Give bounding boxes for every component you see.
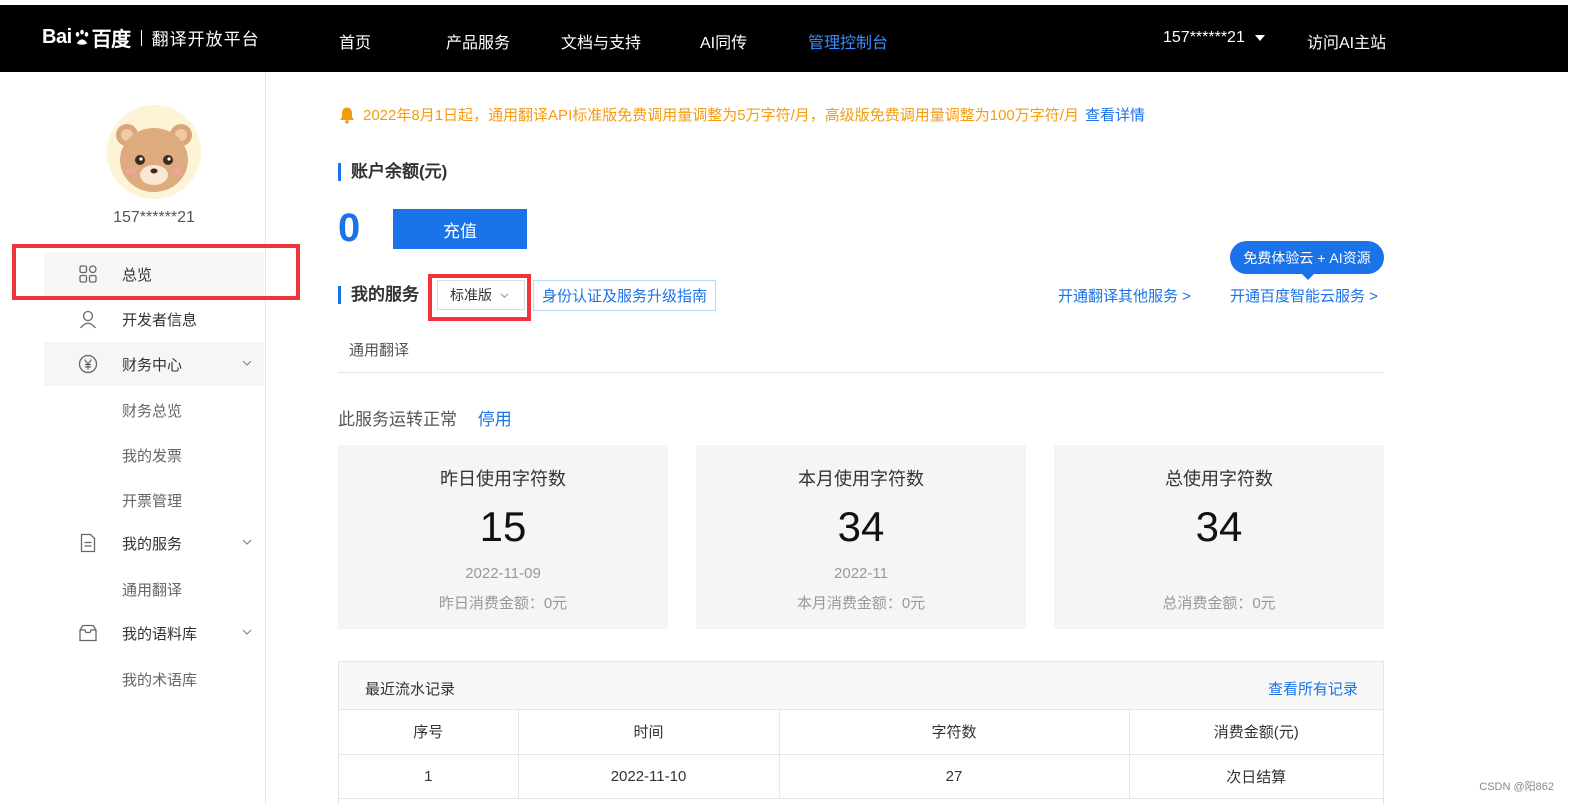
table-cell: 1: [339, 754, 519, 799]
chevron-down-icon: [242, 629, 252, 635]
column-header: 时间: [518, 710, 780, 755]
records-header: 最近流水记录 查看所有记录: [339, 662, 1383, 710]
sidebar-item-label: 我的语料库: [122, 625, 198, 643]
stat-card-month: 本月使用字符数 34 2022-11 本月消费金额：0元: [696, 445, 1026, 629]
platform-name: 翻译开放平台: [151, 30, 260, 49]
chevron-down-icon: [242, 360, 252, 366]
records-table: 序号 时间 字符数 消费金额(元) 1 2022-11-10 27 次日结算: [339, 710, 1383, 799]
stat-card-money: 昨日消费金额：0元: [438, 595, 568, 612]
stat-card-title: 本月使用字符数: [798, 469, 924, 489]
sidebar-item-my-corpus[interactable]: 我的语料库: [44, 611, 264, 655]
tab-general-translation[interactable]: 通用翻译: [349, 339, 409, 360]
bear-avatar-icon: [107, 105, 201, 199]
column-header: 字符数: [779, 710, 1130, 755]
chevron-down-icon: [500, 292, 509, 298]
user-icon: [79, 310, 97, 329]
balance-section-title: 账户余额(元): [338, 163, 447, 181]
version-select-value: 标准版: [450, 287, 492, 303]
records-title: 最近流水记录: [365, 681, 456, 698]
table-row: 1 2022-11-10 27 次日结算: [339, 754, 1383, 799]
nav-ai-interpret[interactable]: AI同传: [700, 29, 747, 53]
sidebar: 157******21 总览 开发者信息 财务中心 财务总览 我的发票 开票管理: [0, 72, 266, 805]
service-status-text: 此服务运转正常: [338, 410, 457, 429]
nav-home[interactable]: 首页: [339, 29, 371, 53]
view-all-records-link[interactable]: 查看所有记录: [1268, 678, 1358, 699]
baidu-wordmark: Bai 百度: [42, 26, 131, 51]
nav-docs[interactable]: 文档与支持: [561, 29, 641, 53]
sidebar-item-my-termbase[interactable]: 我的术语库: [122, 669, 197, 690]
nav-products[interactable]: 产品服务: [446, 29, 510, 53]
stat-card-total: 总使用字符数 34 总消费金额：0元: [1054, 445, 1384, 629]
chevron-down-icon: [242, 539, 252, 545]
yuan-icon: [78, 354, 98, 374]
sidebar-item-my-services[interactable]: 我的服务: [44, 521, 264, 565]
baidu-logo[interactable]: Bai 百度 翻译开放平台: [42, 23, 260, 52]
tab-divider: [338, 372, 1384, 373]
stat-card-value: 34: [1195, 503, 1243, 550]
sidebar-item-invoice-management[interactable]: 开票管理: [122, 490, 182, 511]
stat-card-title: 总使用字符数: [1165, 469, 1273, 489]
table-cell: 2022-11-10: [518, 754, 780, 799]
stat-card-value: 15: [479, 503, 527, 550]
sidebar-item-general-translation[interactable]: 通用翻译: [122, 579, 182, 600]
services-section-title: 我的服务: [338, 286, 419, 304]
visit-ai-site-link[interactable]: 访问AI主站: [1307, 29, 1386, 53]
paw-icon: [75, 29, 88, 45]
caret-down-icon: [1254, 35, 1265, 41]
user-menu[interactable]: 157******21: [1163, 29, 1265, 47]
version-select[interactable]: 标准版: [437, 280, 525, 310]
sidebar-item-developer-info[interactable]: 开发者信息: [44, 297, 264, 341]
recharge-button[interactable]: 充值: [393, 209, 527, 249]
inbox-icon: [79, 624, 97, 642]
stat-card-money: 本月消费金额：0元: [796, 595, 926, 612]
sidebar-item-label: 我的服务: [122, 535, 183, 553]
free-trial-bubble[interactable]: 免费体验云 + AI资源: [1230, 241, 1384, 280]
highlight-box-overview: [12, 244, 300, 300]
upgrade-guide-button[interactable]: 身份认证及服务升级指南: [533, 280, 717, 311]
watermark: CSDN @阳862: [1479, 781, 1554, 793]
table-header-row: 序号 时间 字符数 消费金额(元): [339, 710, 1383, 755]
user-account: 157******21: [1163, 29, 1245, 46]
logo-divider: [140, 29, 142, 46]
notice-banner: 2022年8月1日起，通用翻译API标准版免费调用量调整为5万字符/月，高级版免…: [338, 104, 1145, 125]
stat-card-date: 2022-11-09: [465, 565, 541, 582]
stat-card-money: 总消费金额：0元: [1162, 595, 1276, 612]
document-icon: [80, 533, 96, 553]
notice-details-link[interactable]: 查看详情: [1085, 104, 1145, 125]
sidebar-item-finance-overview[interactable]: 财务总览: [122, 400, 182, 421]
recent-records-panel: 最近流水记录 查看所有记录 序号 时间 字符数 消费金额(元) 1 2022-1…: [338, 661, 1384, 805]
sidebar-item-label: 开发者信息: [122, 311, 198, 329]
sidebar-item-my-invoices[interactable]: 我的发票: [122, 445, 182, 466]
stat-card-date: 2022-11: [834, 565, 888, 582]
top-navbar: Bai 百度 翻译开放平台 首页 产品服务 文档与支持 AI同传 管理控制台 1…: [0, 5, 1568, 72]
open-other-services-link[interactable]: 开通翻译其他服务 >: [1058, 285, 1191, 306]
avatar[interactable]: [107, 105, 201, 199]
notice-text: 2022年8月1日起，通用翻译API标准版免费调用量调整为5万字符/月，高级版免…: [363, 107, 1079, 124]
open-baidu-cloud-link[interactable]: 开通百度智能云服务 >: [1230, 285, 1378, 306]
balance-value: 0: [338, 206, 361, 250]
service-status: 此服务运转正常 停用: [338, 405, 512, 430]
stop-service-link[interactable]: 停用: [478, 410, 512, 429]
table-cell: 次日结算: [1129, 754, 1383, 799]
column-header: 消费金额(元): [1129, 710, 1383, 755]
table-cell: 27: [779, 754, 1130, 799]
sidebar-username: 157******21: [113, 209, 195, 226]
sidebar-item-label: 财务中心: [122, 356, 183, 374]
stat-card-title: 昨日使用字符数: [440, 469, 566, 489]
nav-console[interactable]: 管理控制台: [808, 29, 888, 53]
column-header: 序号: [339, 710, 519, 755]
stat-card-yesterday: 昨日使用字符数 15 2022-11-09 昨日消费金额：0元: [338, 445, 668, 629]
stat-card-value: 34: [837, 503, 885, 550]
sidebar-item-finance[interactable]: 财务中心: [44, 342, 264, 386]
bell-icon: [340, 107, 354, 124]
